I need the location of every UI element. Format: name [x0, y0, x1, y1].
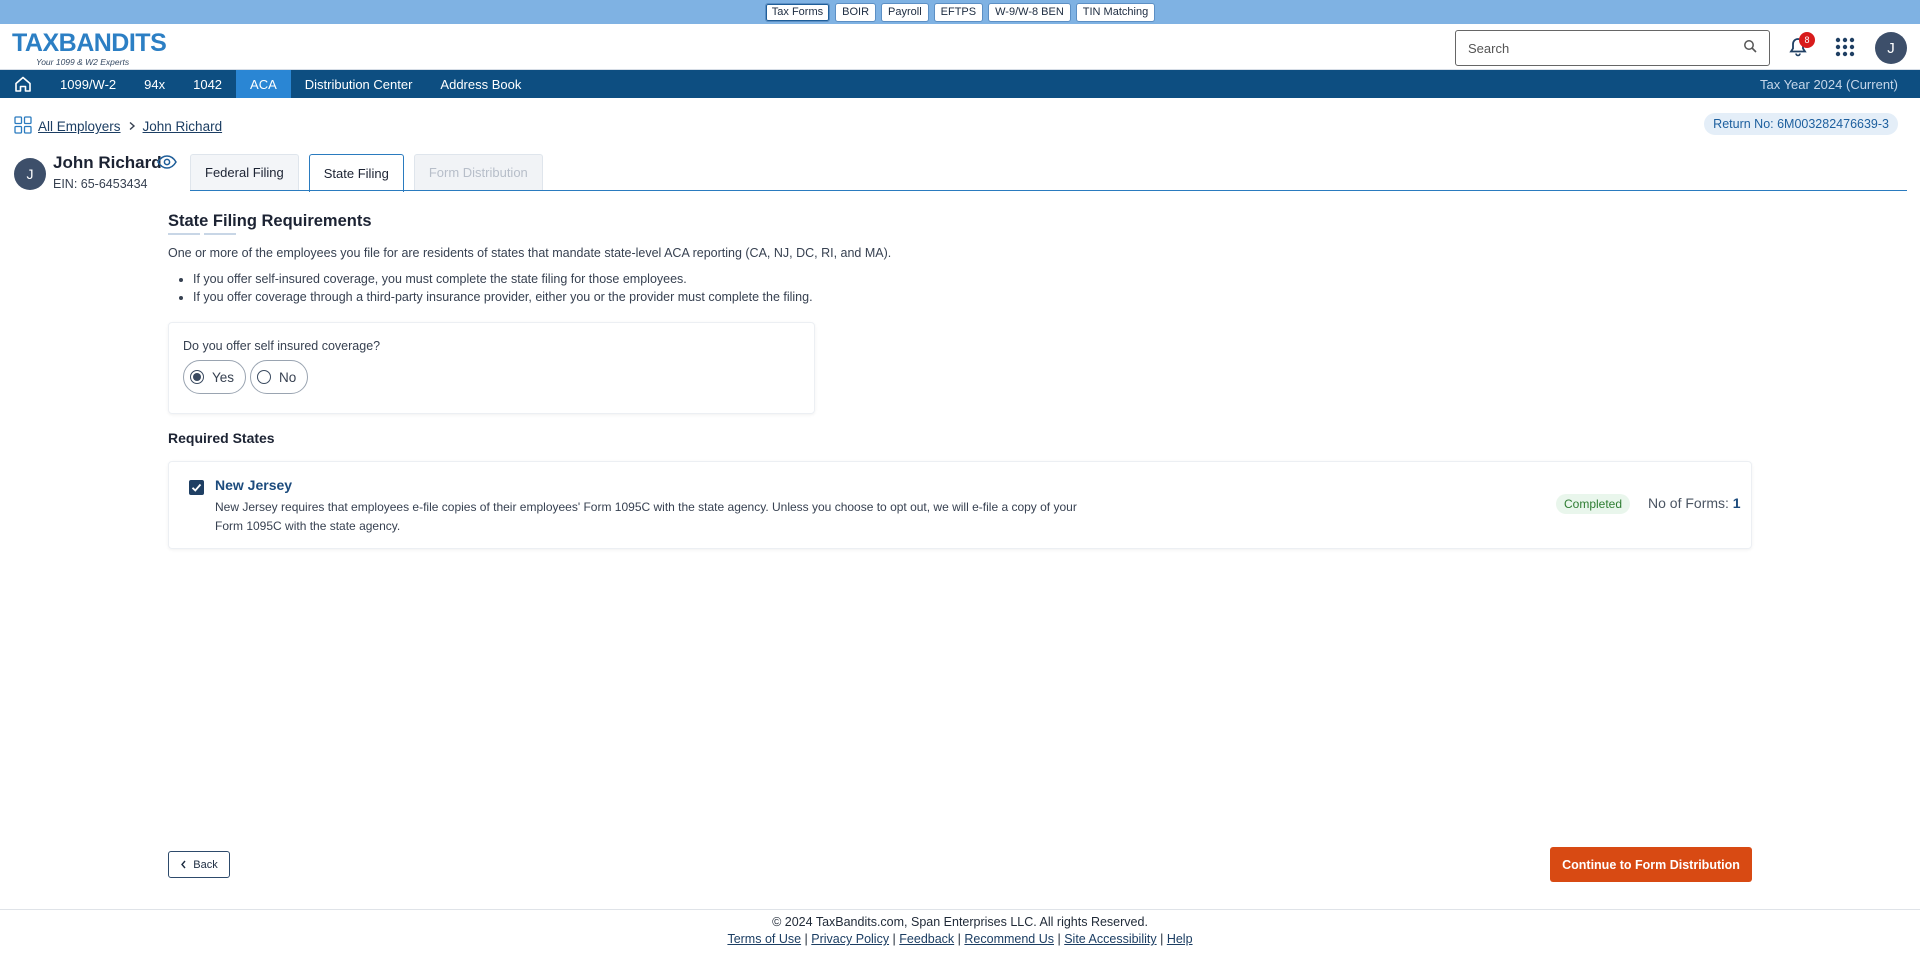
product-w9-w8ben[interactable]: W-9/W-8 BEN	[988, 2, 1071, 22]
footer-link-terms[interactable]: Terms of Use	[727, 932, 801, 946]
apps-grid-icon[interactable]	[1832, 34, 1858, 60]
radio-no-label: No	[279, 369, 297, 385]
product-boir[interactable]: BOIR	[835, 2, 877, 22]
chevron-left-icon	[181, 860, 186, 869]
radio-unselected-icon	[257, 370, 271, 384]
search-input[interactable]: Search	[1455, 30, 1770, 66]
footer-link-help[interactable]: Help	[1167, 932, 1193, 946]
taxbandits-logo[interactable]: TAXBANDITS Your 1099 & W2 Experts	[12, 29, 182, 67]
home-icon[interactable]	[0, 70, 46, 98]
nav-94x[interactable]: 94x	[130, 70, 179, 98]
search-placeholder: Search	[1468, 40, 1510, 56]
copyright: © 2024 TaxBandits.com, Span Enterprises …	[772, 915, 1148, 929]
product-payroll[interactable]: Payroll	[881, 2, 929, 22]
product-tax-forms[interactable]: Tax Forms	[764, 2, 831, 22]
question-label: Do you offer self insured coverage?	[183, 339, 381, 353]
search-icon[interactable]	[1743, 39, 1757, 58]
radio-yes-label: Yes	[212, 369, 235, 385]
section-title: State Filing Requirements	[168, 212, 372, 230]
nav-distribution-center[interactable]: Distribution Center	[291, 70, 427, 98]
checkmark-icon	[191, 483, 202, 492]
product-eftps[interactable]: EFTPS	[933, 2, 984, 22]
status-badge: Completed	[1556, 494, 1631, 514]
breadcrumb: All Employers John Richard	[14, 116, 222, 137]
notification-badge: 8	[1799, 32, 1815, 48]
tab-state-filing[interactable]: State Filing	[308, 154, 404, 192]
radio-yes[interactable]: Yes	[183, 360, 247, 394]
forms-count-label: No of Forms:	[1648, 495, 1729, 511]
user-avatar[interactable]: J	[1875, 32, 1907, 64]
footer-link-accessibility[interactable]: Site Accessibility	[1064, 932, 1156, 946]
footer: © 2024 TaxBandits.com, Span Enterprises …	[0, 909, 1920, 953]
chevron-right-icon	[127, 119, 137, 134]
employer-avatar: J	[14, 158, 46, 190]
list-item: If you offer coverage through a third-pa…	[193, 290, 813, 304]
tax-year-selector[interactable]: Tax Year 2024 (Current)	[1760, 77, 1898, 92]
radio-selected-icon	[190, 370, 204, 384]
forms-count: No of Forms: 1	[1648, 495, 1741, 511]
back-button[interactable]: Back	[168, 851, 230, 878]
breadcrumb-current-employer[interactable]: John Richard	[143, 119, 223, 134]
filing-tabs: Federal Filing State Filing Form Distrib…	[190, 154, 543, 192]
logo-text: TAXBANDITS	[12, 29, 167, 57]
section-intro: One or more of the employees you file fo…	[168, 246, 892, 260]
return-number-badge: Return No: 6M003282476639-3	[1704, 113, 1898, 135]
state-card-new-jersey: New Jersey New Jersey requires that empl…	[168, 461, 1752, 549]
radio-no[interactable]: No	[250, 360, 309, 394]
self-insured-question-card: Do you offer self insured coverage? Yes …	[168, 322, 815, 414]
header: TAXBANDITS Your 1099 & W2 Experts Search…	[0, 24, 1920, 70]
title-underline	[168, 233, 236, 235]
state-checkbox[interactable]	[189, 480, 204, 495]
product-switcher: Tax Forms BOIR Payroll EFTPS W-9/W-8 BEN…	[0, 0, 1920, 24]
forms-count-value: 1	[1732, 495, 1741, 511]
footer-link-recommend[interactable]: Recommend Us	[964, 932, 1054, 946]
product-tin-matching[interactable]: TIN Matching	[1075, 2, 1156, 22]
footer-link-feedback[interactable]: Feedback	[899, 932, 954, 946]
employer-name: John Richard	[53, 153, 162, 172]
nav-aca[interactable]: ACA	[236, 70, 291, 98]
breadcrumb-all-employers[interactable]: All Employers	[38, 119, 121, 134]
eye-icon[interactable]	[157, 155, 177, 174]
tab-form-distribution: Form Distribution	[413, 154, 543, 190]
state-description: New Jersey requires that employees e-fil…	[215, 500, 1077, 533]
nav-1042[interactable]: 1042	[179, 70, 236, 98]
footer-links: Terms of Use | Privacy Policy | Feedback…	[727, 932, 1193, 946]
list-item: If you offer self-insured coverage, you …	[193, 272, 813, 286]
tab-federal-filing[interactable]: Federal Filing	[190, 154, 299, 190]
employer-ein: EIN: 65-6453434	[53, 177, 148, 191]
required-states-title: Required States	[168, 430, 275, 446]
grid-icon	[14, 116, 32, 137]
requirements-list: If you offer self-insured coverage, you …	[193, 272, 813, 308]
back-button-label: Back	[193, 858, 218, 871]
nav-address-book[interactable]: Address Book	[426, 70, 535, 98]
nav-1099-w2[interactable]: 1099/W-2	[46, 70, 130, 98]
tab-divider	[190, 190, 1907, 191]
logo-tagline: Your 1099 & W2 Experts	[36, 57, 130, 67]
state-name: New Jersey	[215, 477, 293, 493]
continue-button[interactable]: Continue to Form Distribution	[1550, 847, 1752, 882]
footer-link-privacy[interactable]: Privacy Policy	[811, 932, 889, 946]
main-nav: 1099/W-2 94x 1042 ACA Distribution Cente…	[0, 70, 1920, 98]
